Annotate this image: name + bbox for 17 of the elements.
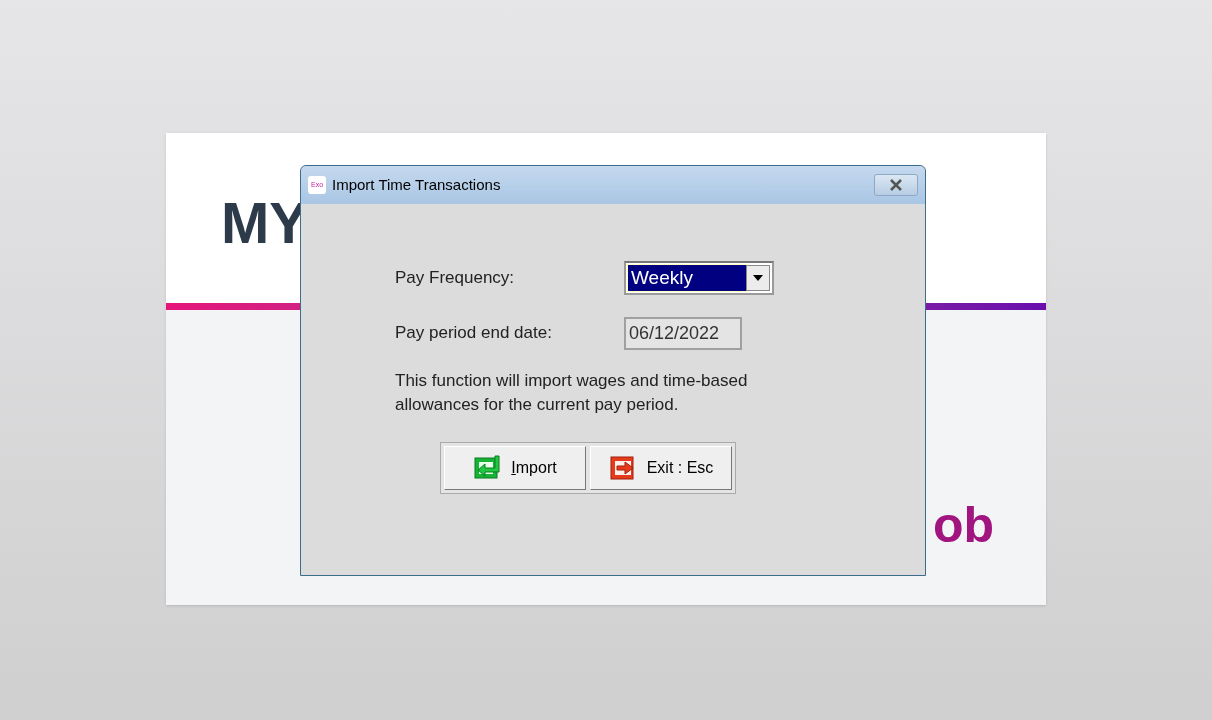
date-field[interactable]: 06/12/2022 xyxy=(624,316,742,350)
exit-door-icon xyxy=(608,454,637,482)
field-label: Pay period end date: xyxy=(395,322,553,345)
window-title: Import Time Transactions xyxy=(332,174,502,195)
dropdown-value: Weekly xyxy=(628,265,746,291)
enter-arrow-icon xyxy=(473,454,502,482)
logo-text: MY xyxy=(221,194,308,252)
import-button[interactable]: Import xyxy=(444,446,586,490)
close-icon xyxy=(889,179,903,191)
dropdown-arrow-button[interactable] xyxy=(746,265,770,291)
logo-text: ob xyxy=(932,500,994,550)
exit-button[interactable]: Exit : Esc xyxy=(590,446,732,490)
pay-frequency-dropdown[interactable]: Weekly xyxy=(624,261,774,295)
caret-icon xyxy=(753,275,763,281)
close-button[interactable] xyxy=(874,174,918,196)
description-text: This function will import wages and time-based allowances for the current pay period. xyxy=(395,370,749,416)
field-label: Pay Frequency: xyxy=(395,267,516,290)
